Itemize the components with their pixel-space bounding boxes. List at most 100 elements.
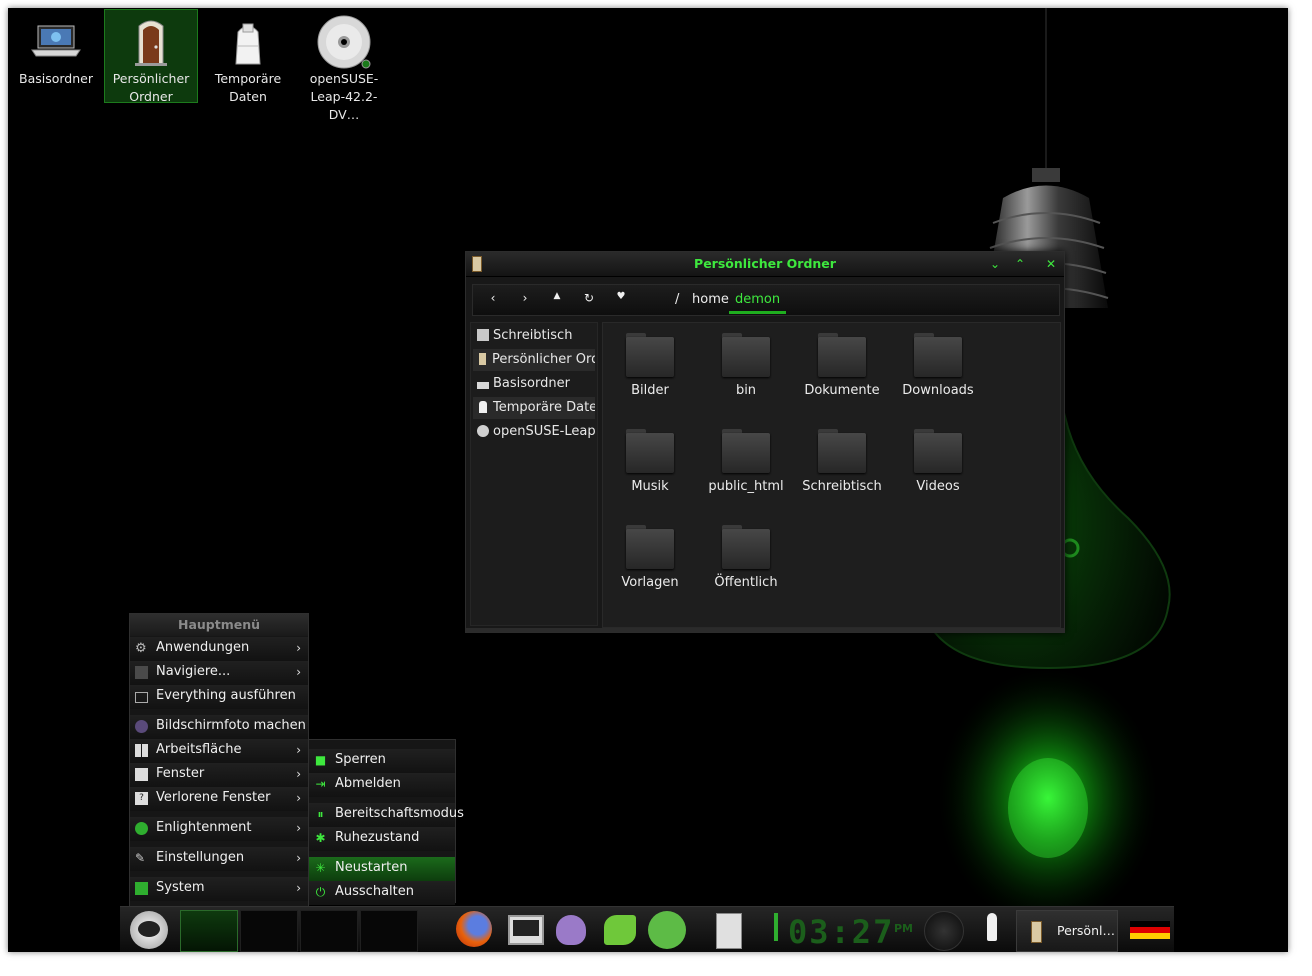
- menu-item-everything[interactable]: Everything ausführen: [130, 685, 308, 709]
- sidebar-item-temporaere-daten[interactable]: Temporäre Daten: [473, 397, 595, 419]
- file-cabinet-icon[interactable]: [708, 911, 748, 949]
- start-menu-button[interactable]: [130, 911, 168, 949]
- menu-item-arbeitsflaeche[interactable]: Arbeitsfläche ›: [130, 739, 308, 763]
- pager-desk-4[interactable]: [360, 910, 418, 952]
- folder-item[interactable]: Musik: [605, 421, 695, 511]
- folder-label: Videos: [916, 479, 960, 494]
- clock[interactable]: 03:27: [788, 913, 894, 951]
- menu-item-verlorene-fenster[interactable]: ? Verlorene Fenster ›: [130, 787, 308, 811]
- breadcrumb-home[interactable]: home: [692, 292, 729, 307]
- chevron-right-icon: ›: [296, 851, 301, 865]
- up-icon[interactable]: ▲: [546, 291, 568, 309]
- breadcrumb-root[interactable]: /: [675, 292, 679, 307]
- minimize-button[interactable]: ⌄: [986, 255, 1004, 273]
- folder-icon: [818, 333, 866, 377]
- disc-icon: [477, 425, 489, 437]
- logout-icon: ⇥: [315, 777, 326, 791]
- folder-item[interactable]: Öffentlich: [701, 517, 791, 607]
- refresh-icon[interactable]: ↻: [578, 291, 600, 309]
- system-submenu: ■ Sperren ⇥ Abmelden ⏸ Bereitschaftsmodu…: [308, 739, 464, 905]
- forward-icon[interactable]: ›: [514, 291, 536, 309]
- folder-item[interactable]: bin: [701, 325, 791, 415]
- submenu-item-neustarten[interactable]: ✳ Neustarten: [309, 857, 455, 881]
- shelf: 03:27 PM Persönl…: [120, 906, 1174, 952]
- folder-label: Schreibtisch: [802, 479, 882, 494]
- sidebar-item-schreibtisch[interactable]: Schreibtisch: [473, 325, 595, 347]
- menu-item-einstellungen[interactable]: ✎ Einstellungen ›: [130, 847, 308, 871]
- sidebar-item-persoenlicher-ordner[interactable]: Persönlicher Ord…: [473, 349, 595, 371]
- submenu-item-sperren[interactable]: ■ Sperren: [309, 749, 455, 773]
- breadcrumb-current[interactable]: demon: [729, 292, 787, 314]
- door-icon: [479, 353, 486, 365]
- desktop-icon-opensuse-dvd[interactable]: openSUSE- Leap-42.2-DV…: [298, 10, 390, 122]
- desktop-icon-label: Temporäre: [214, 71, 282, 86]
- submenu-item-abmelden[interactable]: ⇥ Abmelden: [309, 773, 455, 797]
- maximize-button[interactable]: ⌃: [1011, 255, 1029, 273]
- menu-item-anwendungen[interactable]: ⚙ Anwendungen ›: [130, 637, 308, 661]
- keyboard-layout-flag[interactable]: [1130, 921, 1170, 939]
- chevron-right-icon: ›: [296, 791, 301, 805]
- menu-item-enlightenment[interactable]: Enlightenment ›: [130, 817, 308, 841]
- sidebar-item-label: openSUSE-Leap…: [493, 424, 595, 439]
- file-manager-window[interactable]: Persönlicher Ordner ⌄ ⌃ ✕ ‹ › ▲ ↻ ♥ / ho…: [465, 251, 1065, 633]
- back-icon[interactable]: ‹: [482, 291, 504, 309]
- task-persoenlicher-ordner[interactable]: Persönl…: [1016, 910, 1118, 952]
- folder-item[interactable]: Vorlagen: [605, 517, 695, 607]
- folder-item[interactable]: Bilder: [605, 325, 695, 415]
- restart-icon: ✳: [315, 861, 326, 875]
- folder-item[interactable]: Videos: [893, 421, 983, 511]
- desktop-icon-persoenlicher-ordner[interactable]: Persönlicher Ordner: [104, 9, 198, 104]
- sidebar-item-basisordner[interactable]: Basisordner: [473, 373, 595, 395]
- hibernate-icon: ✱: [315, 831, 326, 845]
- menu-title: Hauptmenü: [130, 614, 308, 636]
- sidebar-item-opensuse-leap[interactable]: openSUSE-Leap…: [473, 421, 595, 443]
- desktop-icon-label: Basisordner: [19, 71, 93, 86]
- folder-icon: [914, 333, 962, 377]
- mixer-icon[interactable]: [924, 911, 964, 951]
- main-menu: Hauptmenü ⚙ Anwendungen › Navigiere... › E…: [129, 613, 309, 907]
- folder-item[interactable]: public_html: [701, 421, 791, 511]
- pager-desk-3[interactable]: [300, 910, 358, 952]
- folder-icon: [722, 525, 770, 569]
- folder-icon: [626, 525, 674, 569]
- mastodon-icon[interactable]: [648, 911, 688, 949]
- desktop-icon: [477, 329, 489, 341]
- folder-label: Dokumente: [804, 383, 880, 398]
- door-icon: [121, 14, 181, 70]
- folder-label: public_html: [708, 479, 784, 494]
- text-editor-icon[interactable]: [600, 911, 640, 949]
- pager-desk-2[interactable]: [240, 910, 298, 952]
- folder-label: Downloads: [902, 383, 974, 398]
- menu-item-navigiere[interactable]: Navigiere... ›: [130, 661, 308, 685]
- folder-item[interactable]: Dokumente: [797, 325, 887, 415]
- camera-icon: [135, 720, 148, 733]
- terminal-icon[interactable]: [504, 911, 544, 949]
- disc-icon: [314, 14, 374, 70]
- desktop-icon-label: openSUSE-: [309, 71, 379, 86]
- window-titlebar[interactable]: Persönlicher Ordner ⌄ ⌃ ✕: [466, 252, 1064, 277]
- submenu-item-ausschalten[interactable]: ⏻ Ausschalten: [309, 881, 455, 905]
- chevron-right-icon: ›: [296, 881, 301, 895]
- submenu-item-bereitschaftsmodus[interactable]: ⏸ Bereitschaftsmodus: [309, 803, 464, 827]
- folder-item[interactable]: Downloads: [893, 325, 983, 415]
- menu-item-fenster[interactable]: Fenster ›: [130, 763, 308, 787]
- firefox-icon[interactable]: [456, 911, 496, 949]
- folder-icon: [626, 429, 674, 473]
- pager-desk-1[interactable]: [180, 910, 238, 952]
- notification-icon[interactable]: [972, 911, 1012, 949]
- submenu-item-ruhezustand[interactable]: ✱ Ruhezustand: [309, 827, 455, 851]
- chevron-right-icon: ›: [296, 641, 301, 655]
- system-icon: [135, 882, 148, 895]
- menu-item-system[interactable]: System ›: [130, 877, 308, 901]
- pidgin-icon[interactable]: [552, 911, 592, 949]
- desktop-icon-basisordner[interactable]: Basisordner: [10, 10, 102, 102]
- folder-label: Musik: [631, 479, 669, 494]
- bookmark-icon[interactable]: ♥: [610, 291, 632, 309]
- folder-icon: [722, 429, 770, 473]
- desktop-icon-temporaere-daten[interactable]: Temporäre Daten: [202, 10, 294, 104]
- menu-item-bildschirmfoto[interactable]: Bildschirmfoto machen: [130, 715, 308, 739]
- desktop-screen: Basisordner Persönlicher Ordner Temporär…: [8, 8, 1288, 952]
- folder-icon: [818, 429, 866, 473]
- folder-item[interactable]: Schreibtisch: [797, 421, 887, 511]
- close-button[interactable]: ✕: [1042, 255, 1060, 273]
